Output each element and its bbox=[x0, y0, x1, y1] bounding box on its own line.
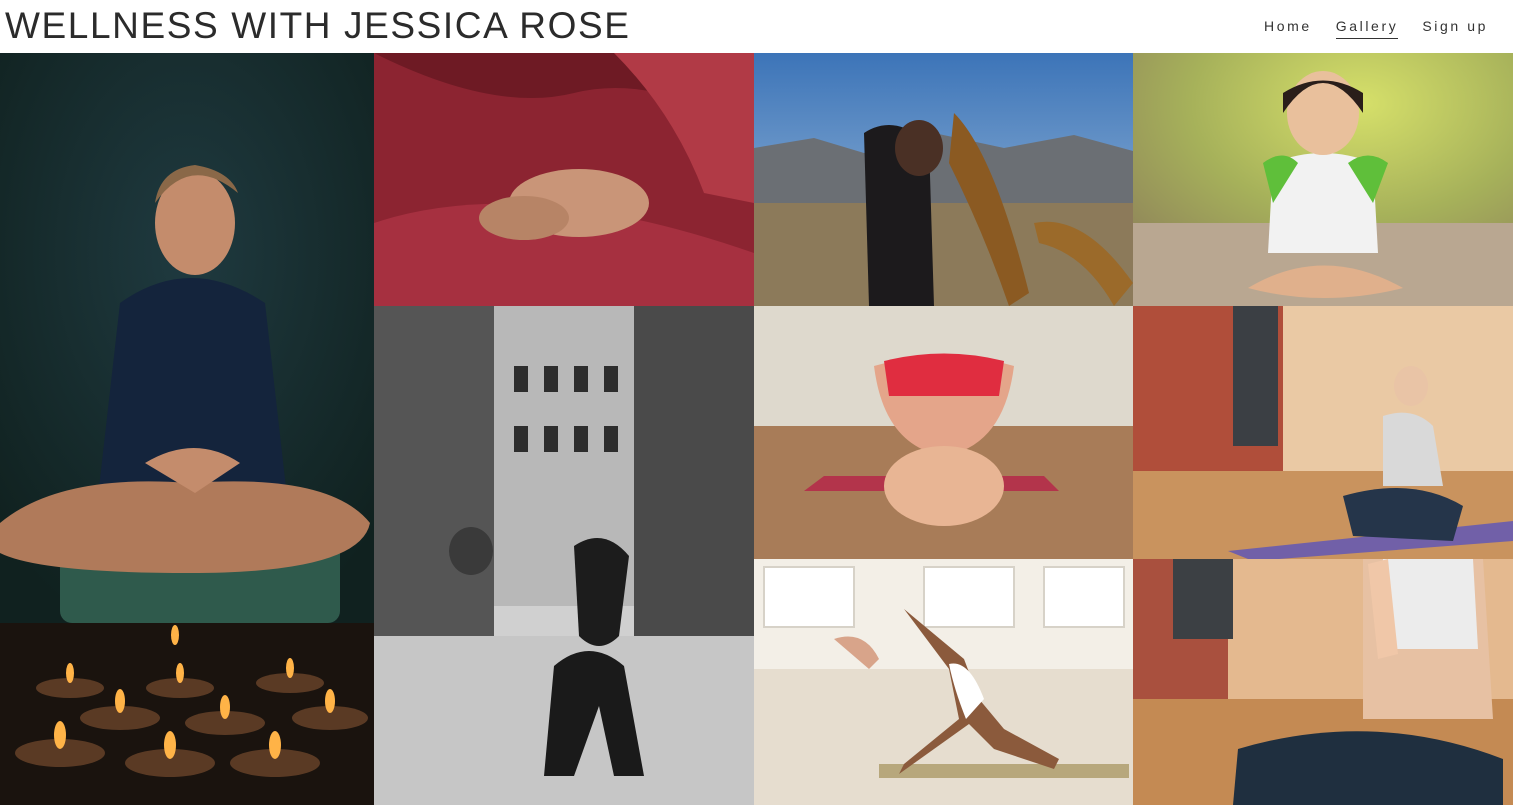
gallery-photo-hands-red-robe[interactable] bbox=[374, 53, 754, 306]
forward-fold-image bbox=[754, 306, 1133, 559]
gallery-photo-studio-yoga-pose[interactable] bbox=[754, 559, 1133, 805]
gallery-photo-forward-fold[interactable] bbox=[754, 306, 1133, 559]
nav-signup-link[interactable]: Sign up bbox=[1422, 16, 1488, 39]
gallery-photo-prayer-hands[interactable] bbox=[1133, 559, 1513, 805]
hands-red-robe-image bbox=[374, 53, 754, 306]
man-meditating-image bbox=[0, 53, 374, 623]
nav-gallery-link[interactable]: Gallery bbox=[1335, 16, 1399, 39]
child-meditating-image bbox=[1133, 53, 1513, 306]
seated-meditation-studio-image bbox=[1133, 306, 1513, 559]
tea-candles-image bbox=[0, 623, 374, 805]
bw-street-yoga-image bbox=[374, 306, 754, 805]
gallery-photo-woman-desert-scarf[interactable] bbox=[754, 53, 1133, 306]
main-nav: Home Gallery Sign up bbox=[1264, 16, 1488, 39]
prayer-hands-image bbox=[1133, 559, 1513, 805]
site-header: WELLNESS WITH JESSICA ROSE Home Gallery … bbox=[0, 0, 1516, 53]
gallery-photo-man-meditating[interactable] bbox=[0, 53, 374, 623]
gallery-photo-seated-meditation-studio[interactable] bbox=[1133, 306, 1513, 559]
gallery-photo-tea-candles[interactable] bbox=[0, 623, 374, 805]
gallery-photo-child-meditating[interactable] bbox=[1133, 53, 1513, 306]
woman-desert-scarf-image bbox=[754, 53, 1133, 306]
studio-yoga-pose-image bbox=[754, 559, 1133, 805]
site-title: WELLNESS WITH JESSICA ROSE bbox=[5, 5, 631, 46]
gallery-photo-bw-street-yoga[interactable] bbox=[374, 306, 754, 805]
nav-home-link[interactable]: Home bbox=[1264, 16, 1312, 39]
